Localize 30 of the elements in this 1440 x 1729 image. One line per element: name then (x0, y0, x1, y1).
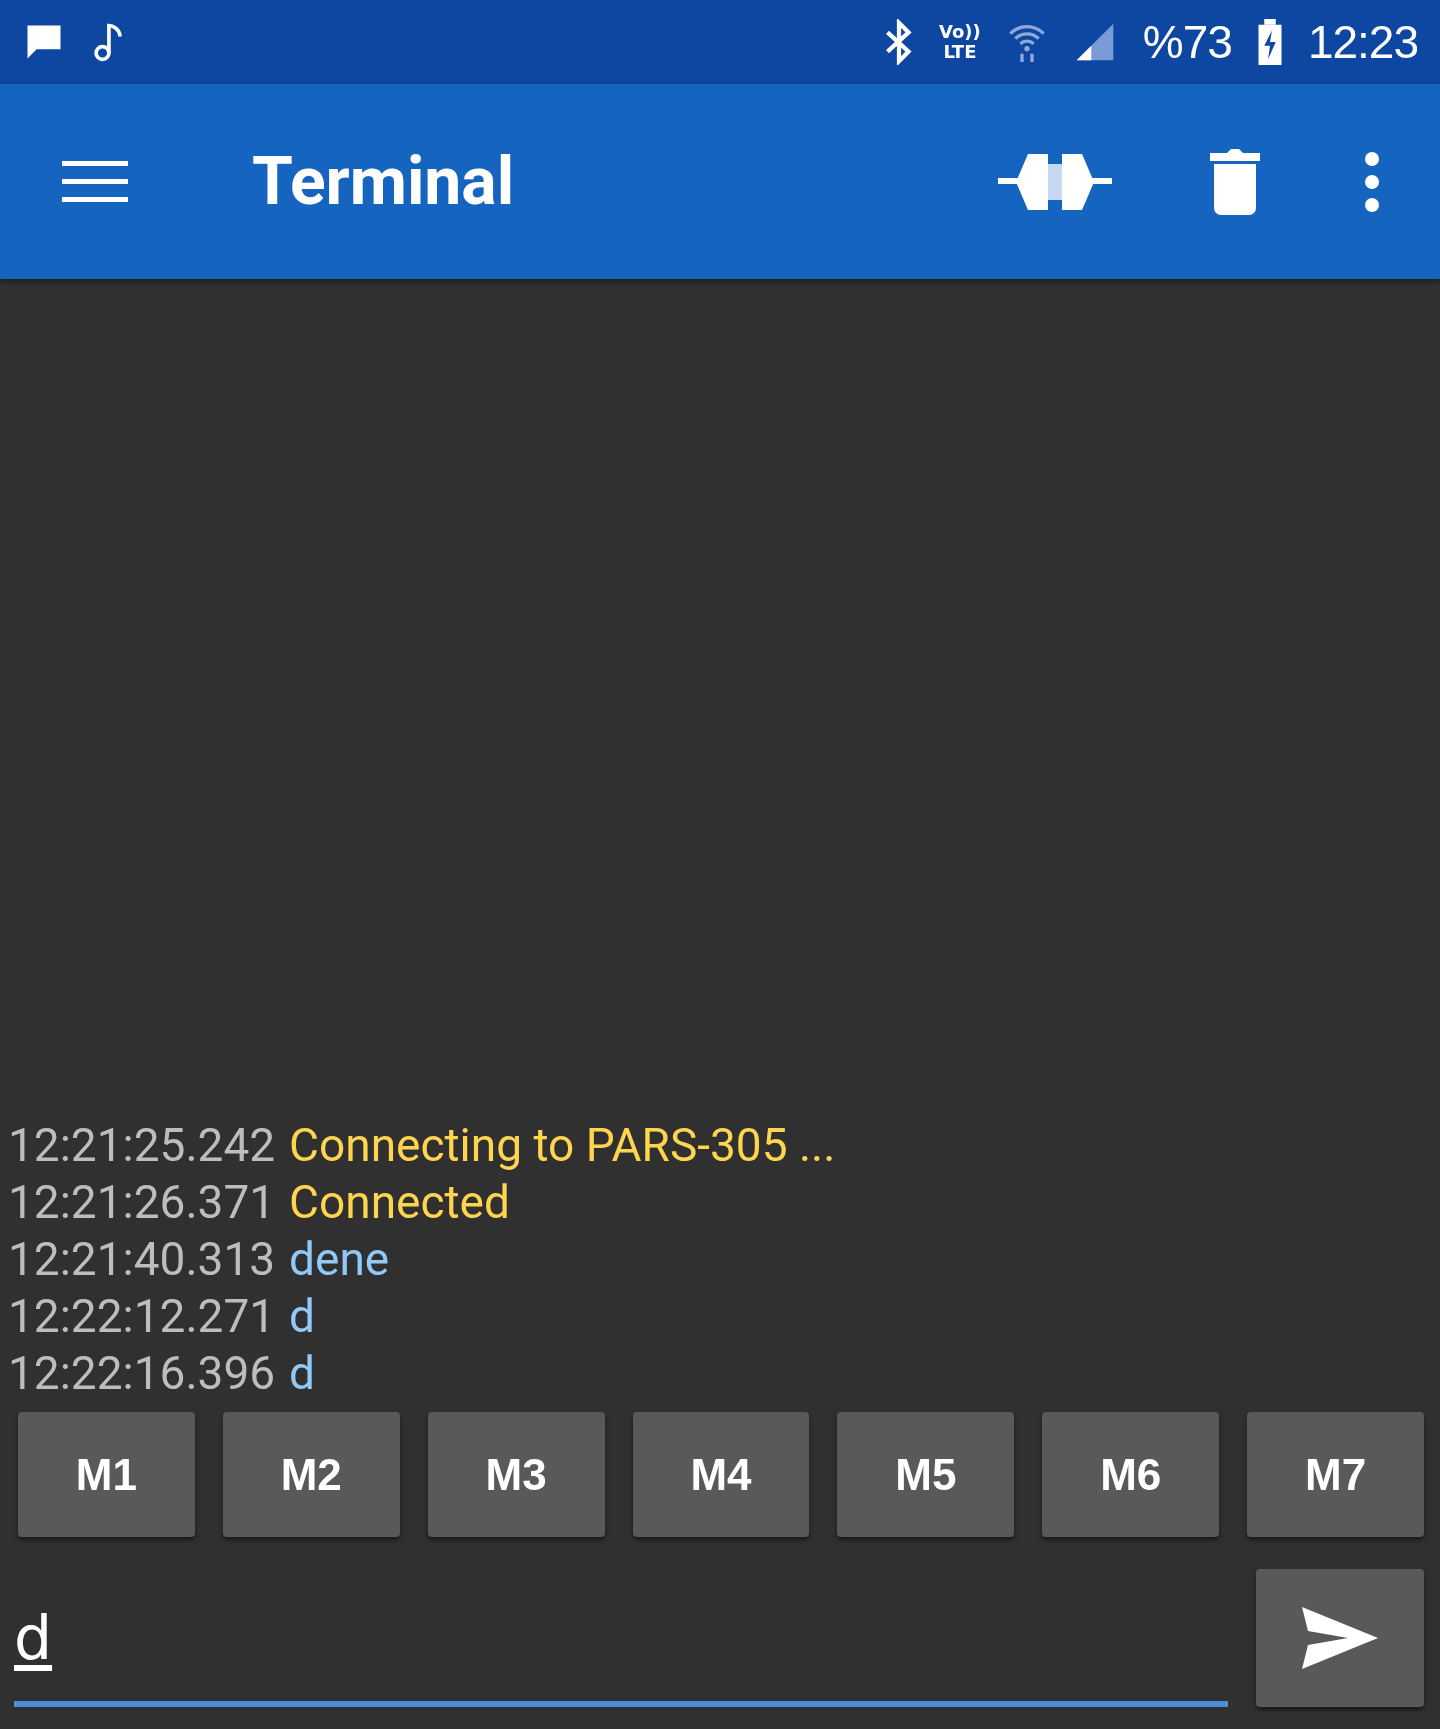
macro-button[interactable]: M1 (18, 1412, 195, 1537)
more-options-icon[interactable] (1364, 150, 1380, 213)
delete-icon[interactable] (1210, 148, 1260, 215)
macro-button[interactable]: M7 (1247, 1412, 1424, 1537)
log-message: Connected (289, 1175, 510, 1229)
log-message: dene (289, 1232, 390, 1286)
battery-charging-icon (1257, 19, 1282, 65)
menu-icon[interactable] (62, 158, 128, 205)
log-timestamp: 12:21:25.242 (8, 1118, 276, 1172)
log-message: d (289, 1289, 316, 1343)
log-timestamp: 12:21:26.371 (8, 1175, 276, 1229)
toolbar-title: Terminal (252, 143, 516, 220)
macro-button[interactable]: M4 (632, 1412, 810, 1537)
plug-connect-icon[interactable] (998, 153, 1112, 210)
battery-percent: %73 (1142, 15, 1232, 69)
log-timestamp: 12:22:16.396 (8, 1346, 276, 1400)
log-message: d (289, 1346, 316, 1400)
log-message: Connecting to PARS-305 ... (289, 1118, 836, 1172)
macro-button[interactable]: M5 (837, 1412, 1015, 1537)
send-button[interactable] (1256, 1569, 1424, 1707)
input-field[interactable]: d (14, 1583, 1228, 1707)
log-timestamp: 12:21:40.313 (8, 1232, 276, 1286)
volte-indicator: Vo)) LTE (939, 22, 981, 62)
macro-button[interactable]: M3 (427, 1412, 605, 1537)
macro-button[interactable]: M6 (1042, 1412, 1220, 1537)
macro-button[interactable]: M2 (222, 1412, 400, 1537)
log-timestamp: 12:22:12.271 (8, 1289, 276, 1343)
bluetooth-icon (885, 19, 914, 65)
send-icon (1302, 1607, 1378, 1669)
clock: 12:23 (1307, 15, 1418, 69)
